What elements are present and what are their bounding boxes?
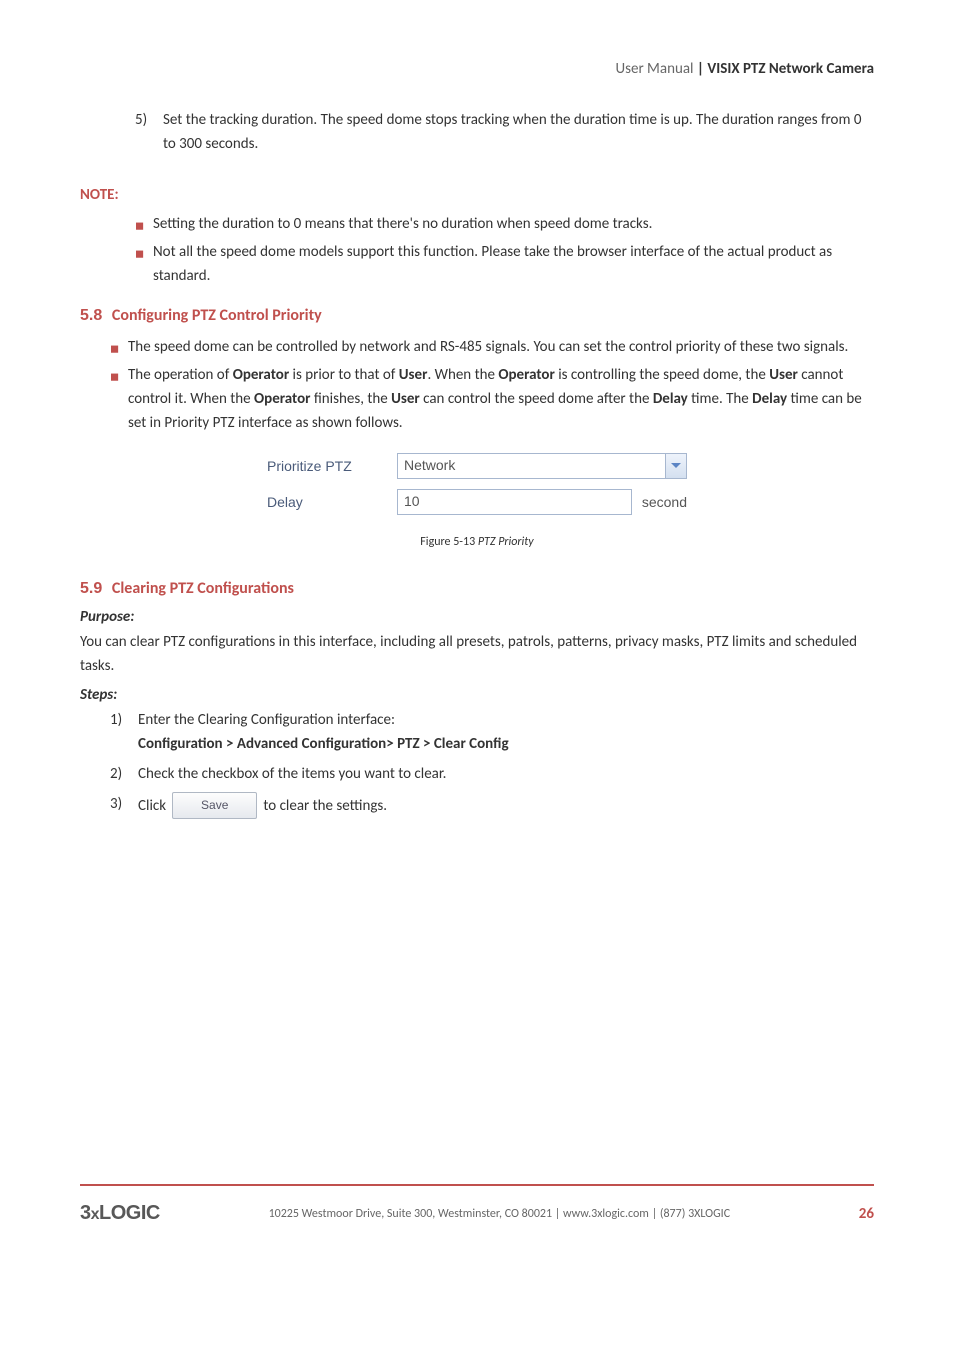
- note-bullet-text: Not all the speed dome models support th…: [153, 240, 874, 288]
- prioritize-ptz-select[interactable]: Network: [397, 453, 687, 479]
- page-header: User Manual | VISIX PTZ Network Camera: [80, 60, 874, 78]
- step-1: 1) Enter the Clearing Configuration inte…: [110, 708, 874, 756]
- footer-address: 10225 Westmoor Drive, Suite 300, Westmin…: [160, 1207, 839, 1221]
- figure-caption: Figure 5-13 PTZ Priority: [80, 535, 874, 549]
- delay-label: Delay: [267, 494, 397, 510]
- note-bullet: ◼ Setting the duration to 0 means that t…: [135, 212, 874, 236]
- footer-divider: [80, 1184, 874, 1186]
- section-5-9-heading: 5.9 Clearing PTZ Configurations: [80, 579, 874, 598]
- step-3: 3) Click Save to clear the settings.: [110, 792, 874, 819]
- step-text: Enter the Clearing Configuration interfa…: [138, 708, 874, 756]
- square-bullet-icon: ◼: [135, 212, 153, 236]
- purpose-label: Purpose:: [80, 608, 874, 626]
- square-bullet-icon: ◼: [110, 335, 128, 359]
- step-text: Check the checkbox of the items you want…: [138, 762, 874, 786]
- chevron-down-icon[interactable]: [666, 453, 687, 479]
- section-number: 5.8: [80, 307, 102, 324]
- save-button[interactable]: Save: [172, 792, 257, 819]
- step-5: 5) Set the tracking duration. The speed …: [135, 108, 874, 156]
- steps-label: Steps:: [80, 686, 874, 704]
- config-path: Configuration > Advanced Configuration> …: [138, 735, 509, 753]
- step-number: 5): [135, 108, 163, 156]
- note-bullet: ◼ Not all the speed dome models support …: [135, 240, 874, 288]
- section-bullet-text: The operation of Operator is prior to th…: [128, 363, 874, 435]
- note-bullet-text: Setting the duration to 0 means that the…: [153, 212, 874, 236]
- square-bullet-icon: ◼: [110, 363, 128, 435]
- prioritize-ptz-value: Network: [397, 453, 666, 479]
- page-number: 26: [859, 1205, 874, 1223]
- ptz-priority-figure: Prioritize PTZ Network Delay 10 second: [267, 453, 687, 515]
- step-number: 1): [110, 708, 138, 756]
- section-number: 5.9: [80, 580, 102, 597]
- delay-input[interactable]: 10: [397, 489, 632, 515]
- company-logo: 3xLOGIC: [80, 1202, 160, 1225]
- section-5-8-heading: 5.8 Configuring PTZ Control Priority: [80, 306, 874, 325]
- section-title: Configuring PTZ Control Priority: [108, 306, 321, 325]
- square-bullet-icon: ◼: [135, 240, 153, 288]
- section-bullet-text: The speed dome can be controlled by netw…: [128, 335, 874, 359]
- page-footer: 3xLOGIC 10225 Westmoor Drive, Suite 300,…: [80, 1184, 874, 1225]
- section-bullet: ◼ The speed dome can be controlled by ne…: [110, 335, 874, 359]
- section-title: Clearing PTZ Configurations: [108, 579, 294, 598]
- purpose-text: You can clear PTZ configurations in this…: [80, 630, 874, 678]
- note-label: NOTE:: [80, 186, 874, 204]
- step-number: 3): [110, 792, 138, 819]
- step-text: Set the tracking duration. The speed dom…: [163, 108, 874, 156]
- figure-caption-prefix: Figure 5-13: [420, 535, 478, 549]
- step-text: Click Save to clear the settings.: [138, 792, 874, 819]
- step-2: 2) Check the checkbox of the items you w…: [110, 762, 874, 786]
- step-number: 2): [110, 762, 138, 786]
- prioritize-ptz-label: Prioritize PTZ: [267, 458, 397, 474]
- figure-caption-italic: PTZ Priority: [478, 535, 534, 549]
- header-bold: | VISIX PTZ Network Camera: [693, 60, 874, 78]
- delay-suffix: second: [632, 494, 687, 510]
- section-bullet: ◼ The operation of Operator is prior to …: [110, 363, 874, 435]
- header-thin: User Manual: [615, 60, 693, 78]
